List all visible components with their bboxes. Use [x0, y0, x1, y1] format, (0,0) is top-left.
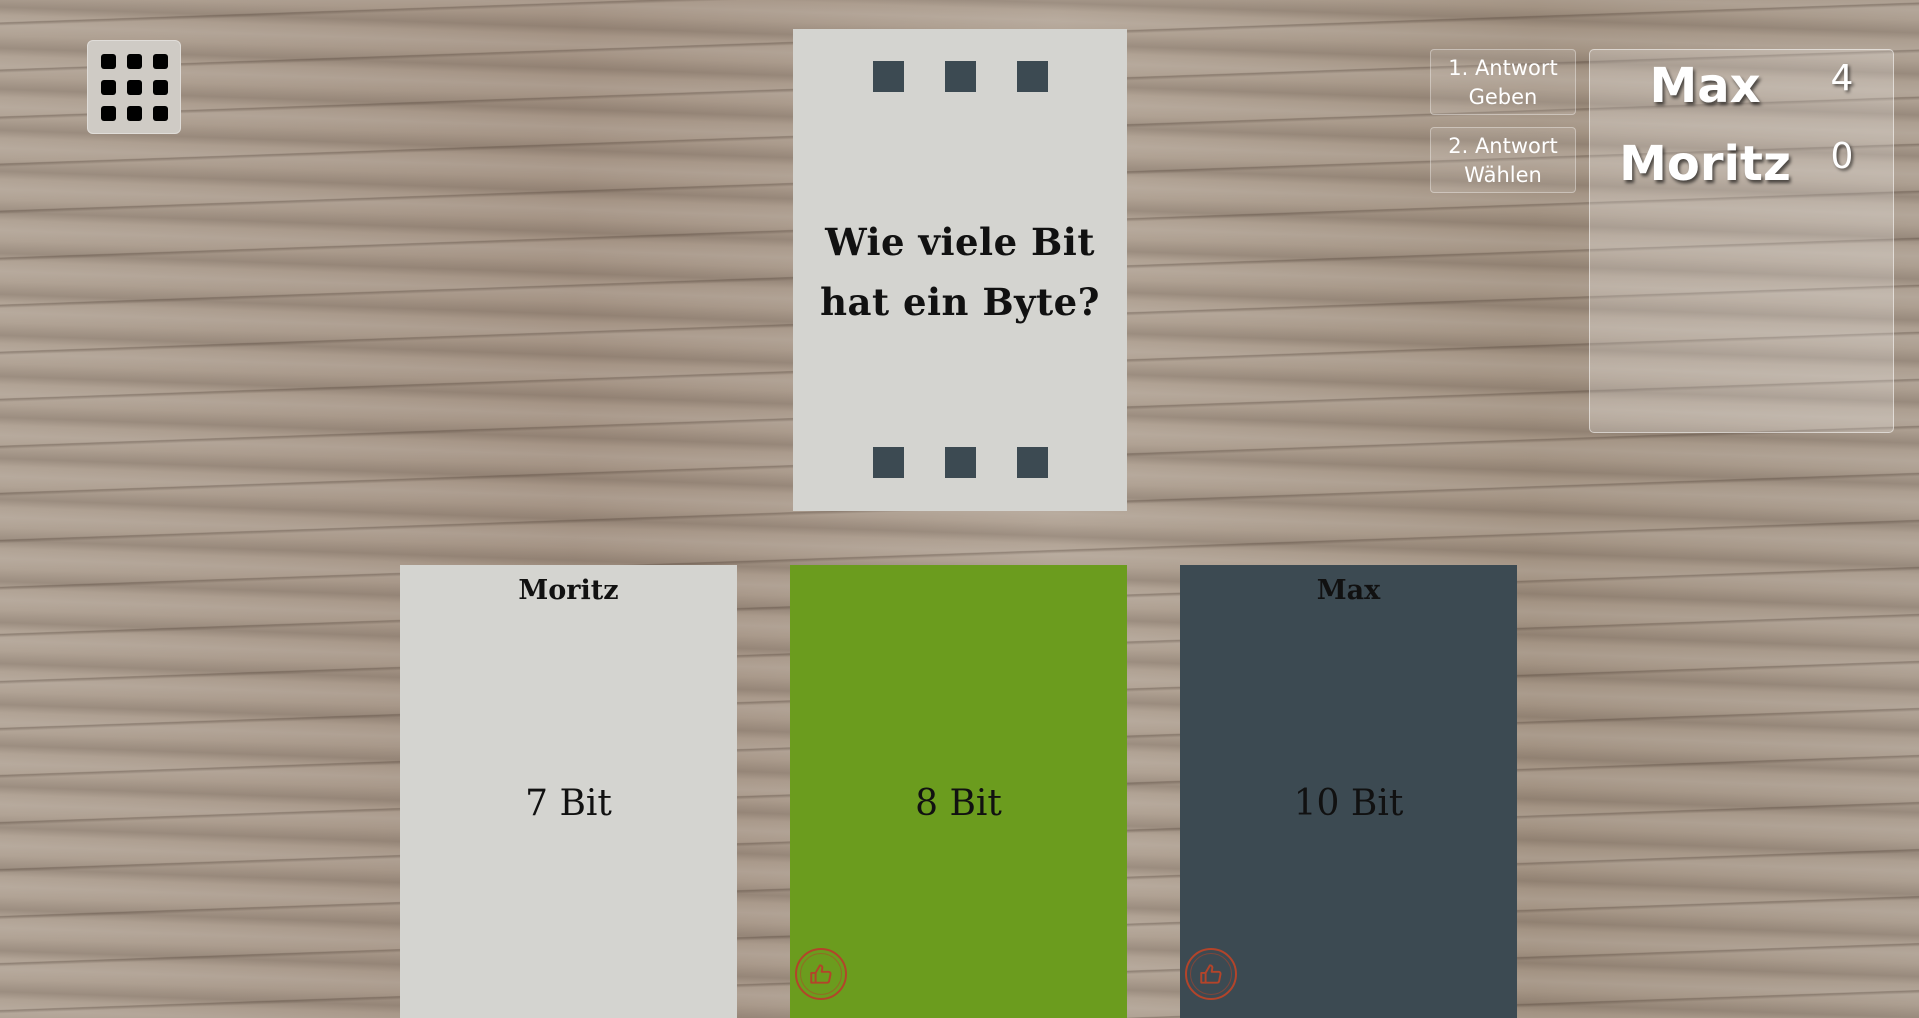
answer-owner: Max: [1316, 575, 1381, 606]
grid-icon: [152, 53, 168, 69]
phase-label-line-2: Wählen: [1464, 163, 1542, 187]
player-name: Moritz: [1619, 136, 1791, 192]
card-decoration-top: [793, 61, 1127, 92]
grid-icon: [126, 105, 142, 121]
answer-text: 7 Bit: [525, 783, 612, 824]
answer-card-moritz[interactable]: Moritz 7 Bit: [400, 565, 737, 1018]
question-line-2: hat ein Byte?: [820, 280, 1100, 324]
answer-card-max[interactable]: Max 10 Bit: [1180, 565, 1517, 1018]
grid-icon: [152, 79, 168, 95]
question-line-1: Wie viele Bit: [825, 220, 1095, 264]
answer-card-correct[interactable]: 8 Bit: [790, 565, 1127, 1018]
thumbs-up-icon[interactable]: [795, 948, 847, 1000]
score-row: Moritz 0: [1590, 136, 1893, 206]
menu-button[interactable]: [87, 40, 181, 134]
grid-icon: [126, 79, 142, 95]
scoreboard: Max 4 Moritz 0: [1589, 49, 1894, 433]
square-mark: [1016, 447, 1048, 478]
phase-label-line-2: Geben: [1468, 85, 1538, 109]
question-card: Wie viele Bit hat ein Byte?: [793, 29, 1127, 511]
answer-owner: Moritz: [518, 575, 619, 606]
thumbs-up-icon[interactable]: [1185, 948, 1237, 1000]
square-mark: [872, 61, 904, 92]
player-score: 4: [1830, 58, 1854, 99]
grid-icon: [100, 79, 116, 95]
square-mark: [872, 447, 904, 478]
grid-icon: [100, 105, 116, 121]
phase-give-answer-button[interactable]: 1. Antwort Geben: [1430, 49, 1576, 115]
player-name: Max: [1649, 58, 1761, 114]
phase-label-line-1: 2. Antwort: [1448, 134, 1558, 158]
question-text: Wie viele Bit hat ein Byte?: [793, 212, 1127, 332]
answer-text: 8 Bit: [915, 783, 1002, 824]
square-mark: [1016, 61, 1048, 92]
score-row: Max 4: [1590, 58, 1893, 128]
square-mark: [944, 447, 976, 478]
card-decoration-bottom: [793, 447, 1127, 478]
grid-icon: [152, 105, 168, 121]
answer-text: 10 Bit: [1293, 783, 1404, 824]
phase-label-line-1: 1. Antwort: [1448, 56, 1558, 80]
phase-choose-answer-button[interactable]: 2. Antwort Wählen: [1430, 127, 1576, 193]
player-score: 0: [1830, 136, 1854, 177]
grid-icon: [100, 53, 116, 69]
grid-icon: [126, 53, 142, 69]
square-mark: [944, 61, 976, 92]
